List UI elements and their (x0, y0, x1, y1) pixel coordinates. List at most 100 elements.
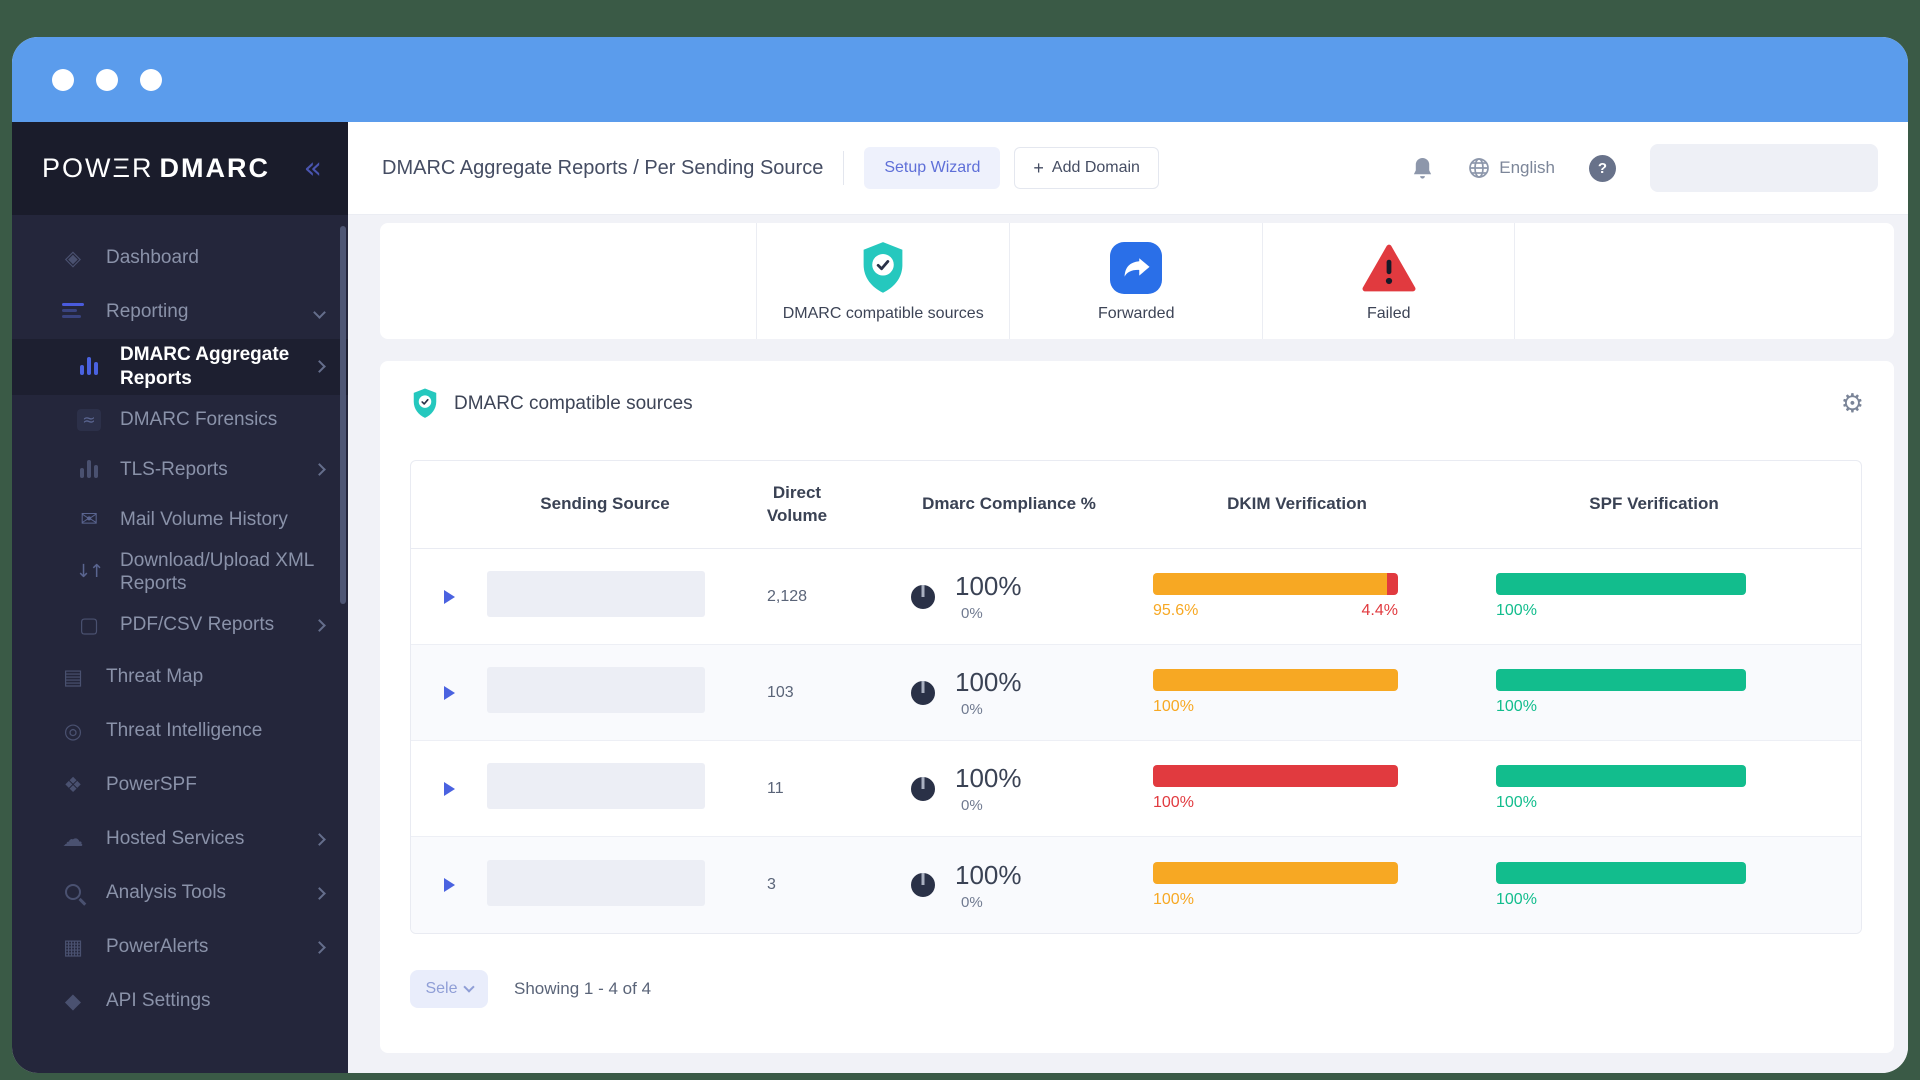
page-header: DMARC Aggregate Reports / Per Sending So… (348, 122, 1908, 215)
bell-icon[interactable] (1411, 156, 1434, 181)
sidebar-item-dmarc-aggregate-reports[interactable]: DMARC Aggregate Reports (12, 339, 348, 395)
expand-row-icon[interactable] (443, 781, 455, 796)
sidebar-item-hosted-services[interactable]: ☁ Hosted Services (12, 812, 348, 866)
language-selector[interactable]: English (1468, 157, 1555, 179)
help-icon[interactable]: ? (1589, 154, 1616, 182)
chevron-right-icon (313, 463, 326, 476)
compliance-donut-chart (911, 776, 935, 801)
diamonds-icon: ❖ (63, 772, 83, 797)
summary-stats-card: DMARC compatible sources Forwarded Faile… (380, 223, 1894, 339)
sidebar-item-poweralerts[interactable]: ▦ PowerAlerts (12, 920, 348, 974)
sidebar-item-api-settings[interactable]: ◆ API Settings (12, 974, 348, 1028)
compliance-donut-chart (911, 680, 935, 705)
dkim-pass-label: 95.6% (1153, 602, 1199, 619)
dkim-bar: 95.6% 4.4% (1153, 573, 1398, 620)
powerdmarc-logo: POWΞR DMARC (42, 153, 271, 183)
panel-title: DMARC compatible sources (454, 392, 693, 414)
col-spf-verification: SPF Verification (1589, 494, 1719, 514)
stat-forwarded[interactable]: Forwarded (1009, 223, 1262, 339)
forward-arrow-icon (1110, 240, 1163, 296)
forwarded-percent: 0% (961, 893, 983, 911)
table-row: 11 100% 0% 100% 100% (411, 741, 1861, 837)
spf-bar: 100% (1496, 765, 1746, 812)
sidebar-scrollbar[interactable] (340, 226, 346, 604)
warning-triangle-icon (1362, 240, 1416, 296)
language-label: English (1499, 158, 1555, 177)
dashboard-icon: ◈ (64, 245, 82, 270)
sidebar-item-mail-volume-history[interactable]: ✉ Mail Volume History (12, 495, 348, 545)
sending-source-redacted (487, 571, 705, 617)
header-divider (843, 151, 845, 185)
table-row: 2,128 100% 0% 95.6% 4.4% 100% (411, 549, 1861, 645)
table-row: 103 100% 0% 100% 100% (411, 645, 1861, 741)
dmarc-compatible-sources-panel: DMARC compatible sources ⚙ Sending Sourc… (380, 361, 1894, 1053)
dkim-pass-label: 100% (1153, 698, 1194, 715)
sidebar: POWΞR DMARC « ◈ Dashboard Reporting DMARC… (12, 122, 348, 1073)
dkim-bar: 100% (1153, 765, 1398, 812)
app-window: POWΞR DMARC « ◈ Dashboard Reporting DMARC… (12, 37, 1908, 1073)
direct-volume-value: 2,128 (767, 587, 808, 605)
sidebar-item-analysis-tools[interactable]: Analysis Tools (12, 866, 348, 920)
expand-row-icon[interactable] (443, 589, 455, 604)
globe-icon (1468, 157, 1490, 179)
sending-source-redacted (487, 859, 705, 906)
sidebar-item-download-upload-xml-reports[interactable]: ↓↑ Download/Upload XML Reports (12, 545, 348, 601)
col-dmarc-compliance: Dmarc Compliance % (922, 494, 1096, 514)
sidebar-item-pdf-csv-reports[interactable]: ▢ PDF/CSV Reports (12, 600, 348, 650)
search-icon (58, 883, 88, 904)
col-direct-volume: Direct Volume (766, 482, 828, 525)
sending-source-redacted (487, 667, 705, 713)
select-dropdown[interactable]: Sele (410, 970, 488, 1008)
chevron-right-icon (313, 618, 326, 632)
cloud-icon: ☁ (62, 826, 84, 851)
add-domain-button[interactable]: + Add Domain (1014, 147, 1159, 189)
sidebar-item-dmarc-forensics[interactable]: ≈ DMARC Forensics (12, 395, 348, 445)
sidebar-item-dashboard[interactable]: ◈ Dashboard (12, 231, 348, 285)
chevron-right-icon (313, 360, 326, 374)
sidebar-item-powerspf[interactable]: ❖ PowerSPF (12, 758, 348, 812)
pagination-status: Showing 1 - 4 of 4 (514, 979, 652, 998)
target-icon: ◎ (63, 718, 83, 743)
window-titlebar (12, 37, 1908, 122)
search-input[interactable] (1650, 144, 1878, 192)
spf-pass-label: 100% (1496, 698, 1537, 715)
window-control-dot[interactable] (96, 68, 118, 91)
sidebar-item-threat-map[interactable]: ▤ Threat Map (12, 650, 348, 704)
table-header-row: Sending Source Direct Volume Dmarc Compl… (411, 461, 1861, 549)
expand-row-icon[interactable] (443, 685, 455, 700)
shield-check-icon (857, 240, 909, 296)
window-control-dot[interactable] (140, 68, 162, 91)
bar-chart-icon (74, 458, 104, 482)
stat-failed[interactable]: Failed (1262, 223, 1516, 339)
chevron-down-icon (313, 305, 326, 319)
spf-bar: 100% (1496, 573, 1746, 620)
spf-pass-label: 100% (1496, 794, 1537, 811)
sending-source-redacted (487, 763, 705, 809)
dkim-fail-label: 100% (1153, 794, 1194, 811)
dkim-fail-label: 4.4% (1361, 602, 1398, 619)
sidebar-item-threat-intelligence[interactable]: ◎ Threat Intelligence (12, 704, 348, 758)
forwarded-percent: 0% (961, 605, 983, 622)
grid-icon: ▦ (63, 934, 83, 959)
download-upload-arrows-icon: ↓↑ (75, 561, 104, 583)
forwarded-percent: 0% (961, 797, 983, 814)
sidebar-item-reporting[interactable]: Reporting (12, 285, 348, 339)
settings-gear-icon[interactable]: ⚙ (1841, 391, 1864, 417)
window-control-dot[interactable] (52, 68, 74, 91)
direct-volume-value: 11 (767, 779, 784, 797)
plus-icon: + (1033, 158, 1044, 178)
reporting-list-icon (58, 300, 88, 325)
setup-wizard-button[interactable]: Setup Wizard (864, 147, 1001, 189)
bar-chart-icon (74, 355, 104, 379)
expand-row-icon[interactable] (443, 878, 455, 892)
breadcrumb: DMARC Aggregate Reports / Per Sending So… (382, 156, 824, 179)
sidebar-item-tls-reports[interactable]: TLS-Reports (12, 445, 348, 495)
main-area: DMARC Aggregate Reports / Per Sending So… (348, 122, 1908, 1073)
stat-dmarc-compatible-sources[interactable]: DMARC compatible sources (756, 223, 1009, 339)
sidebar-collapse-icon[interactable]: « (304, 153, 322, 184)
compliance-percent: 100% (955, 859, 1022, 890)
compliance-donut-chart (911, 873, 935, 897)
spf-pass-label: 100% (1496, 890, 1537, 908)
sidebar-nav: ◈ Dashboard Reporting DMARC Aggregate Re… (12, 215, 348, 1028)
forwarded-percent: 0% (961, 701, 983, 718)
